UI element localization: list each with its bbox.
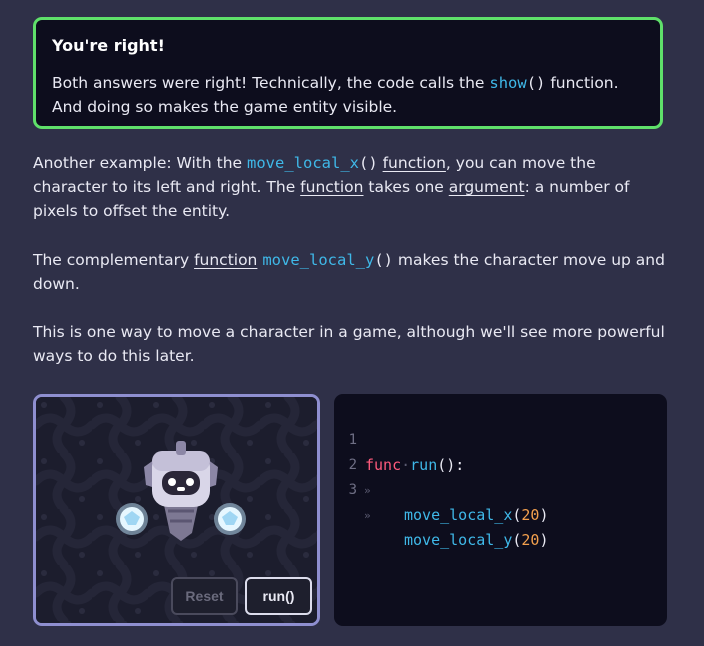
tab-marker-icon: » <box>364 509 371 522</box>
code-punctuation: ) <box>539 531 549 549</box>
lesson-paragraph-1: Another example: With the move_local_x()… <box>33 151 673 223</box>
number-literal: 20 <box>521 531 540 549</box>
glossary-link-function[interactable]: function <box>383 154 446 172</box>
robot-character-icon <box>116 441 246 541</box>
lesson-paragraph-2: The complementary function move_local_y(… <box>33 248 673 296</box>
inline-code-show: show <box>489 74 527 92</box>
callout-body: Both answers were right! Technically, th… <box>52 71 644 119</box>
left-hand-icon <box>116 503 148 535</box>
code-punctuation: ) <box>539 506 549 524</box>
inline-code-parens: () <box>374 251 393 269</box>
callout-text-before: Both answers were right! Technically, th… <box>52 74 490 92</box>
run-button[interactable]: run() <box>245 577 312 615</box>
code-line: 3 » move_local_y(20) <box>334 453 667 549</box>
paragraph-text: Another example: With the <box>33 154 247 172</box>
callout-title: You're right! <box>52 36 165 55</box>
number-literal: 20 <box>521 506 540 524</box>
feedback-callout: You're right! Both answers were right! T… <box>33 17 663 129</box>
glossary-link-function[interactable]: function <box>194 251 257 269</box>
inline-code-move-local-x: move_local_x <box>247 154 359 172</box>
glossary-link-argument[interactable]: argument <box>449 178 525 196</box>
paragraph-text: The complementary <box>33 251 195 269</box>
line-number: 3 <box>348 482 357 498</box>
code-editor[interactable]: 1 func·run(): 2 » move_local_x(20) 3 » m… <box>334 394 667 626</box>
function-call: move_local_x <box>404 506 513 524</box>
code-line: 1 func·run(): <box>334 403 667 474</box>
inline-code-parens: () <box>526 74 546 92</box>
game-preview: Reset run() <box>33 394 320 626</box>
reset-button[interactable]: Reset <box>171 577 238 615</box>
function-call: move_local_y <box>404 531 513 549</box>
inline-code-move-local-y: move_local_y <box>262 251 375 269</box>
glossary-link-function[interactable]: function <box>300 178 363 196</box>
code-line: 2 » move_local_x(20) <box>334 428 667 524</box>
inline-code-parens: () <box>358 154 378 172</box>
right-hand-icon <box>214 503 246 535</box>
paragraph-text: takes one <box>363 178 449 196</box>
lesson-paragraph-3: This is one way to move a character in a… <box>33 323 665 365</box>
